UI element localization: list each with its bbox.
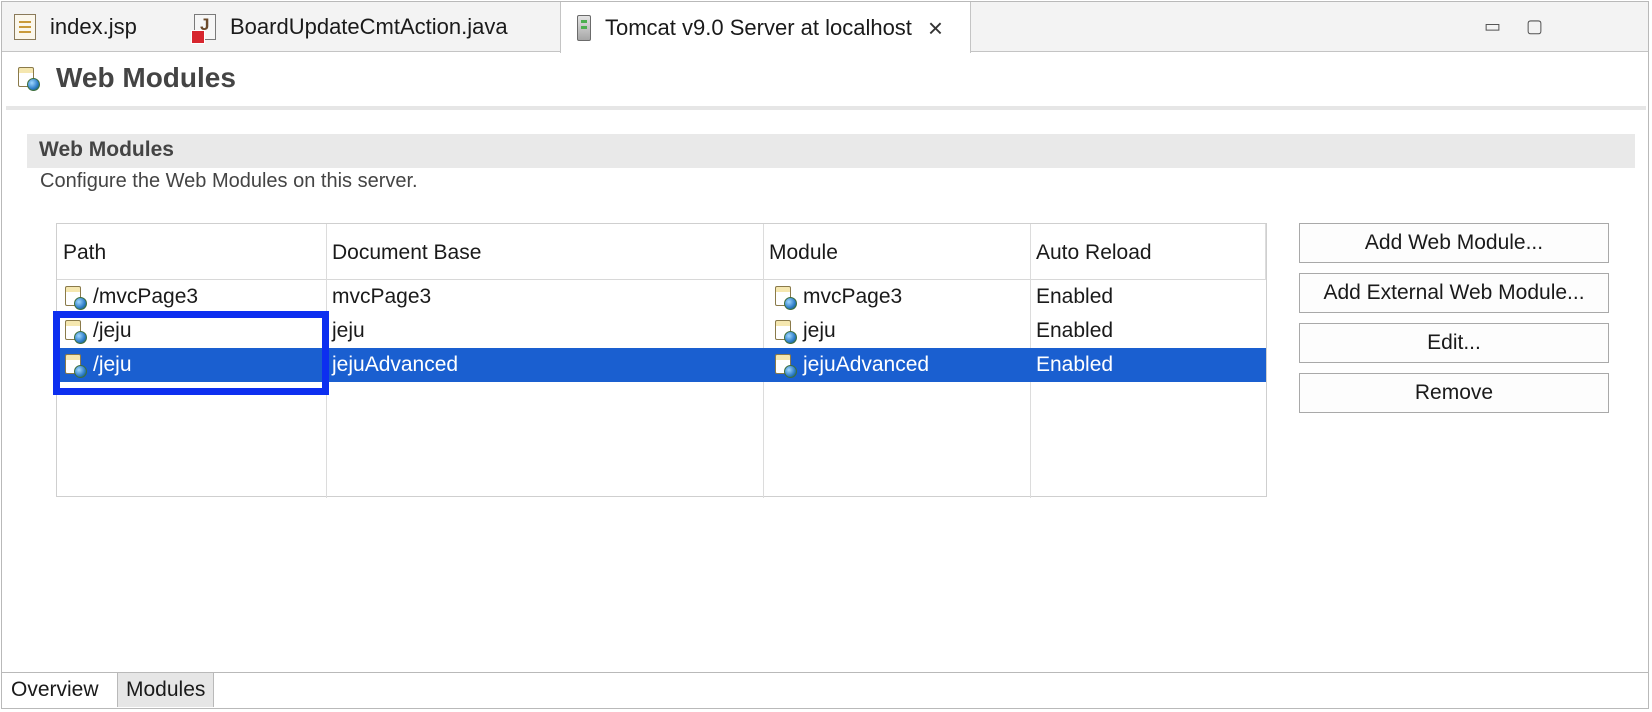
highlight-annotation-box xyxy=(53,311,329,395)
section-description: Configure the Web Modules on this server… xyxy=(40,170,418,192)
web-module-icon xyxy=(16,65,40,91)
table-row[interactable]: /mvcPage3 mvcPage3 mvcPage3 Enabled xyxy=(57,280,1266,314)
header-divider xyxy=(6,106,1646,110)
java-file-error-icon xyxy=(191,14,216,44)
path-text: /mvcPage3 xyxy=(93,285,199,308)
path-cell: /mvcPage3 xyxy=(63,280,198,314)
module-text: jeju xyxy=(803,319,836,342)
web-module-icon xyxy=(773,352,797,378)
tab-label: Tomcat v9.0 Server at localhost xyxy=(605,14,912,40)
editor-tab-bar: index.jsp BoardUpdateCmtAction.java Tomc… xyxy=(2,2,1648,53)
section-title: Web Modules xyxy=(39,138,174,161)
module-text: jejuAdvanced xyxy=(803,353,930,376)
jsp-file-icon xyxy=(14,14,36,40)
module-text: mvcPage3 xyxy=(803,285,903,308)
column-header-module[interactable]: Module xyxy=(769,241,838,265)
table-header: Path Document Base Module Auto Reload xyxy=(57,224,1266,280)
tomcat-server-icon xyxy=(577,14,591,41)
remove-button[interactable]: Remove xyxy=(1299,373,1609,413)
tab-board-update-cmt-action[interactable]: BoardUpdateCmtAction.java xyxy=(191,2,508,52)
web-module-icon xyxy=(773,284,797,310)
tab-label: BoardUpdateCmtAction.java xyxy=(230,14,508,39)
tab-overview[interactable]: Overview xyxy=(3,673,107,707)
add-web-module-button[interactable]: Add Web Module... xyxy=(1299,223,1609,263)
tab-label: index.jsp xyxy=(50,14,137,39)
module-cell: mvcPage3 xyxy=(773,280,902,314)
auto-reload-cell: Enabled xyxy=(1036,285,1114,308)
section-header[interactable]: Web Modules xyxy=(27,134,1635,168)
bottom-tab-divider xyxy=(2,672,1648,673)
tab-tomcat-server[interactable]: Tomcat v9.0 Server at localhost × xyxy=(560,2,971,53)
document-base-cell: mvcPage3 xyxy=(332,285,432,308)
document-base-cell: jejuAdvanced xyxy=(332,353,459,376)
page-title: Web Modules xyxy=(56,62,236,93)
document-base-cell: jeju xyxy=(332,319,365,342)
add-external-web-module-button[interactable]: Add External Web Module... xyxy=(1299,273,1609,313)
page-header: Web Modules xyxy=(16,62,236,94)
web-module-icon xyxy=(773,318,797,344)
column-header-document-base[interactable]: Document Base xyxy=(332,241,481,265)
auto-reload-cell: Enabled xyxy=(1036,319,1114,342)
tab-index-jsp[interactable]: index.jsp xyxy=(14,2,137,52)
edit-button[interactable]: Edit... xyxy=(1299,323,1609,363)
tab-modules[interactable]: Modules xyxy=(117,673,215,707)
close-icon[interactable]: × xyxy=(928,15,943,41)
web-module-icon xyxy=(63,284,87,310)
maximize-icon[interactable]: ▢ xyxy=(1526,16,1543,37)
auto-reload-cell: Enabled xyxy=(1036,353,1114,376)
minimize-icon[interactable]: ▭ xyxy=(1484,16,1501,37)
module-cell: jejuAdvanced xyxy=(773,348,929,382)
column-header-auto-reload[interactable]: Auto Reload xyxy=(1036,241,1152,265)
module-cell: jeju xyxy=(773,314,836,348)
column-header-path[interactable]: Path xyxy=(63,241,106,265)
column-divider xyxy=(1265,224,1266,280)
